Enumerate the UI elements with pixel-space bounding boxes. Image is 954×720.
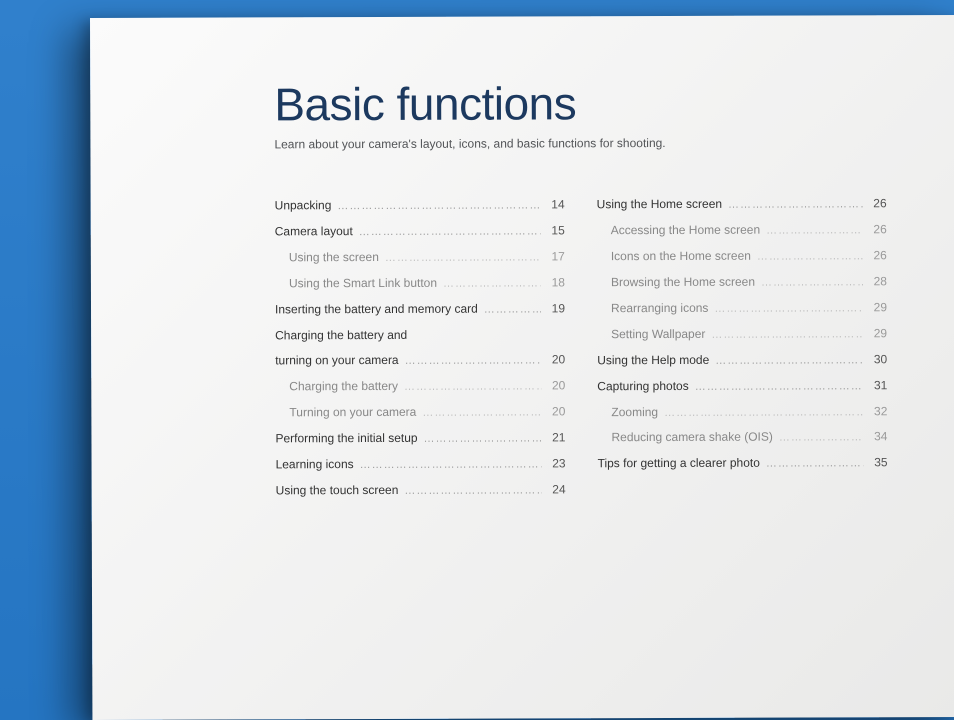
toc-entry-label: Setting Wallpaper [611,326,705,344]
toc-page-number: 20 [547,377,565,394]
toc-page-number: 26 [869,195,887,212]
toc-leader-dots [404,379,541,395]
toc-leader-dots [715,353,863,369]
toc-leader-dots [484,302,541,318]
toc-page-number: 32 [869,403,887,420]
page-title: Basic functions [274,75,886,131]
toc-page-number: 15 [547,222,565,239]
toc-entry-label: Charging the battery [289,378,398,396]
toc-leader-dots [766,457,864,473]
toc-leader-dots [695,379,864,396]
toc-page-number: 26 [869,247,887,264]
toc-entry-label: Rearranging icons [611,300,708,318]
toc-leader-dots [424,431,542,447]
toc-leader-dots [728,197,863,213]
toc-columns: Unpacking 14 Camera layout 15 Using the scre… [275,195,888,508]
toc-page-number: 18 [547,274,565,291]
toc-leader-dots [761,275,863,291]
toc-leader-dots [443,276,541,292]
toc-entry-label: Icons on the Home screen [611,248,751,266]
toc-page-number: 17 [547,248,565,265]
toc-entry: turning on your camera 20 [275,351,565,370]
toc-entry-label: Browsing the Home screen [611,273,755,291]
toc-entry-label: Capturing photos [597,377,688,395]
toc-entry-label: Tips for getting a clearer photo [598,455,760,473]
page-subtitle: Learn about your camera's layout, icons,… [274,135,886,151]
toc-entry: Accessing the Home screen 26 [597,221,887,240]
toc-entry-label: Turning on your camera [289,404,416,422]
toc-page-number: 31 [869,377,887,394]
toc-entry: Using the Home screen 26 [597,195,887,214]
toc-page-number: 19 [547,300,565,317]
toc-entry-label: Using the touch screen [276,482,399,500]
toc-page-number: 24 [548,481,566,498]
toc-entry-label: Using the Help mode [597,351,709,369]
toc-leader-dots [422,405,541,421]
toc-entry-label: Using the Smart Link button [289,275,437,293]
toc-leader-dots [714,301,863,317]
toc-entry: Browsing the Home screen 28 [597,273,887,292]
toc-leader-dots [360,457,542,474]
toc-leader-dots [664,405,863,422]
toc-entry: Icons on the Home screen 26 [597,247,887,266]
toc-entry-label: Using the Home screen [597,196,722,214]
toc-page-number: 20 [547,351,565,368]
toc-entry-label: turning on your camera [275,352,398,370]
toc-entry: Unpacking 14 [275,196,565,215]
toc-entry: Charging the battery 20 [275,377,565,396]
toc-column-right: Using the Home screen26Accessing the Hom… [597,195,888,507]
toc-entry: Performing the initial setup 21 [275,429,565,448]
toc-entry: Using the screen 17 [275,248,565,267]
toc-leader-dots [766,223,863,239]
toc-page-number: 30 [869,351,887,368]
toc-entry-label: Inserting the battery and memory card [275,300,478,318]
toc-page-number: 20 [547,403,565,420]
toc-entry-label: Zooming [611,404,658,422]
toc-leader-dots [337,198,540,215]
toc-entry: Using the Help mode 30 [597,351,887,370]
toc-leader-dots [404,483,541,499]
toc-leader-dots [711,327,863,343]
toc-entry: Camera layout 15 [275,222,565,241]
toc-page-number: 23 [548,455,566,472]
toc-entry: Tips for getting a clearer photo 35 [598,455,888,474]
toc-entry: Setting Wallpaper 29 [597,325,887,344]
toc-entry: Using the touch screen 24 [276,481,566,500]
toc-page-number: 29 [869,299,887,316]
toc-page-number: 35 [870,455,888,472]
toc-entry: Reducing camera shake (OIS) 34 [597,429,887,448]
toc-entry-label: Camera layout [275,223,353,241]
toc-entry-label: Charging the battery and [275,327,407,345]
toc-entry-label: Accessing the Home screen [611,222,760,240]
toc-page-number: 26 [869,221,887,238]
toc-entry: Using the Smart Link button 18 [275,274,565,293]
toc-entry: Capturing photos 31 [597,377,887,396]
toc-entry: Zooming 32 [597,403,887,422]
toc-page-number: 14 [547,196,565,213]
toc-page-number: 21 [547,429,565,446]
toc-entry: Turning on your camera 20 [275,403,565,422]
toc-leader-dots [405,354,542,370]
toc-leader-dots [779,431,864,447]
toc-leader-dots [385,250,541,266]
toc-leader-dots [359,224,541,241]
toc-entry-label: Reducing camera shake (OIS) [611,429,772,447]
toc-entry: Rearranging icons 29 [597,299,887,318]
toc-entry-label: Learning icons [276,456,354,474]
toc-leader-dots [757,249,863,265]
toc-entry: Inserting the battery and memory card 19 [275,300,565,319]
toc-entry: Charging the battery and [275,326,565,344]
toc-entry-label: Unpacking [275,197,332,215]
toc-entry-label: Using the screen [289,249,379,267]
toc-page-number: 34 [869,429,887,446]
document-page: Basic functions Learn about your camera'… [90,15,954,720]
toc-entry-label: Performing the initial setup [275,430,417,448]
toc-column-left: Unpacking 14 Camera layout 15 Using the scre… [275,196,566,508]
toc-page-number: 28 [869,273,887,290]
toc-entry: Learning icons 23 [276,455,566,474]
toc-page-number: 29 [869,325,887,342]
